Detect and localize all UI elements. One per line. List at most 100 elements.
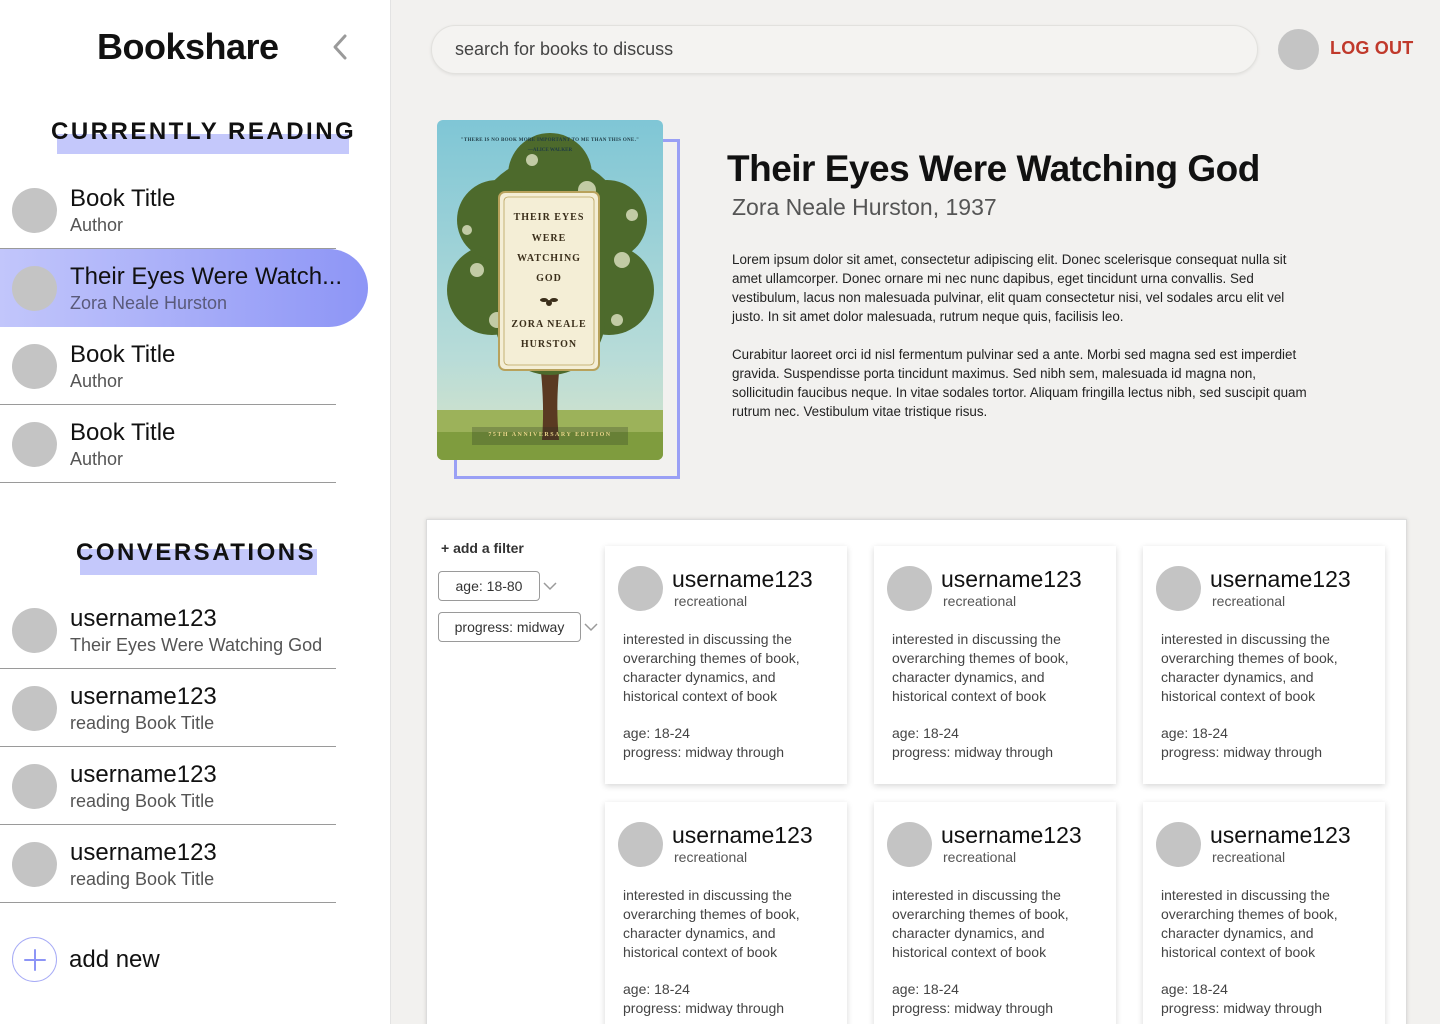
conversation-context: reading Book Title xyxy=(70,713,215,733)
conversation-username: username123 xyxy=(70,683,217,710)
reading-item-title: Book Title xyxy=(70,341,176,368)
conversation-item[interactable]: username123 Their Eyes Were Watching God xyxy=(0,591,336,669)
add-new-button[interactable]: add new xyxy=(12,937,160,982)
search-input[interactable] xyxy=(432,26,1257,73)
reader-bio: interested in discussing the overarching… xyxy=(892,631,1069,704)
chevron-down-icon[interactable] xyxy=(543,579,557,593)
book-thumbnail xyxy=(12,344,57,389)
sidebar: Bookshare CURRENTLY READING Book Title A… xyxy=(0,0,391,1024)
reader-type: recreational xyxy=(1212,849,1286,865)
avatar xyxy=(12,608,57,653)
cover-quote-author: —ALICE WALKER xyxy=(527,148,573,153)
currently-reading-heading: CURRENTLY READING xyxy=(51,118,357,154)
reading-item[interactable]: Book Title Author xyxy=(0,405,336,483)
filter-age[interactable]: age: 18-80 xyxy=(438,571,540,601)
conversation-item[interactable]: username123 reading Book Title xyxy=(0,747,336,825)
reader-card[interactable]: username123 recreational interested in d… xyxy=(605,546,847,784)
reader-card[interactable]: username123 recreational interested in d… xyxy=(605,802,847,1024)
book-thumbnail xyxy=(12,266,57,311)
reader-age: age: 18-24 xyxy=(623,981,690,997)
reader-card[interactable]: username123 recreational interested in d… xyxy=(874,802,1116,1024)
avatar xyxy=(1156,822,1201,867)
collapse-sidebar-button[interactable] xyxy=(326,30,354,64)
search-bar[interactable] xyxy=(431,25,1258,74)
avatar xyxy=(887,822,932,867)
avatar xyxy=(12,686,57,731)
reading-item-author: Zora Neale Hurston xyxy=(70,293,228,313)
description-paragraph: Curabitur laoreet orci id nisl fermentum… xyxy=(732,347,1307,419)
reader-age: age: 18-24 xyxy=(892,725,959,741)
chevron-left-icon xyxy=(333,34,347,60)
reader-type: recreational xyxy=(1212,593,1286,609)
reader-age: age: 18-24 xyxy=(892,981,959,997)
reader-card[interactable]: username123 recreational interested in d… xyxy=(1143,802,1385,1024)
reader-type: recreational xyxy=(674,849,748,865)
conversation-context: reading Book Title xyxy=(70,869,215,889)
avatar xyxy=(12,842,57,887)
reader-progress: progress: midway through xyxy=(892,1000,1054,1016)
currently-reading-heading-text: CURRENTLY READING xyxy=(51,118,357,145)
reader-type: recreational xyxy=(943,849,1017,865)
reader-progress: progress: midway through xyxy=(623,1000,785,1016)
user-avatar[interactable] xyxy=(1278,29,1319,70)
reading-item-active[interactable]: Their Eyes Were Watch... Zora Neale Hurs… xyxy=(0,249,368,327)
book-description: Lorem ipsum dolor sit amet, consectetur … xyxy=(732,250,1307,421)
book-cover: "THERE IS NO BOOK MORE IMPORTANT TO ME T… xyxy=(437,120,663,460)
cover-author-line: ZORA NEALE xyxy=(511,319,587,330)
avatar xyxy=(12,764,57,809)
reader-progress: progress: midway through xyxy=(623,744,785,760)
reading-item-author: Author xyxy=(70,449,124,469)
reader-bio: interested in discussing the overarching… xyxy=(1161,631,1338,704)
reader-age: age: 18-24 xyxy=(1161,981,1228,997)
conversations-heading-text: CONVERSATIONS xyxy=(76,539,317,566)
avatar xyxy=(618,566,663,611)
conversations-heading: CONVERSATIONS xyxy=(76,539,317,575)
filter-progress-label: progress: midway xyxy=(454,619,565,635)
reader-username: username123 xyxy=(1210,822,1351,848)
reader-progress: progress: midway through xyxy=(1161,1000,1323,1016)
description-paragraph: Lorem ipsum dolor sit amet, consectetur … xyxy=(732,252,1287,324)
avatar xyxy=(618,822,663,867)
reading-item-title: Their Eyes Were Watch... xyxy=(70,263,343,290)
reader-username: username123 xyxy=(672,566,813,592)
cover-title-line: WERE xyxy=(531,233,567,244)
reader-type: recreational xyxy=(943,593,1017,609)
reader-card[interactable]: username123 recreational interested in d… xyxy=(1143,546,1385,784)
app-logo[interactable]: Bookshare xyxy=(97,26,279,68)
logout-button[interactable]: LOG OUT xyxy=(1330,38,1413,59)
reader-age: age: 18-24 xyxy=(623,725,690,741)
reading-item[interactable]: Book Title Author xyxy=(0,171,336,249)
conversation-context: reading Book Title xyxy=(70,791,215,811)
reader-age: age: 18-24 xyxy=(1161,725,1228,741)
plus-icon xyxy=(12,937,57,982)
book-thumbnail xyxy=(12,422,57,467)
reader-bio: interested in discussing the overarching… xyxy=(892,887,1069,960)
filter-progress[interactable]: progress: midway xyxy=(438,612,581,642)
reader-username: username123 xyxy=(672,822,813,848)
conversation-context: Their Eyes Were Watching God xyxy=(70,635,323,655)
conversation-username: username123 xyxy=(70,839,217,866)
reading-item-author: Author xyxy=(70,371,124,391)
reader-progress: progress: midway through xyxy=(892,744,1054,760)
reader-username: username123 xyxy=(1210,566,1351,592)
reader-card[interactable]: username123 recreational interested in d… xyxy=(874,546,1116,784)
conversation-username: username123 xyxy=(70,605,217,632)
book-author-year: Zora Neale Hurston, 1937 xyxy=(732,194,997,220)
reader-username: username123 xyxy=(941,822,1082,848)
cover-title-line: THEIR EYES xyxy=(513,212,585,223)
book-title: Their Eyes Were Watching God xyxy=(727,148,1260,189)
reading-item-title: Book Title xyxy=(70,185,176,212)
reading-item-author: Author xyxy=(70,215,124,235)
add-filter-button[interactable]: + add a filter xyxy=(441,540,524,556)
cover-quote: "THERE IS NO BOOK MORE IMPORTANT TO ME T… xyxy=(460,138,640,143)
reading-item[interactable]: Book Title Author xyxy=(0,327,336,405)
chevron-down-icon[interactable] xyxy=(584,620,598,634)
conversation-item[interactable]: username123 reading Book Title xyxy=(0,825,336,903)
book-thumbnail xyxy=(12,188,57,233)
reader-type: recreational xyxy=(674,593,748,609)
reader-username: username123 xyxy=(941,566,1082,592)
conversation-username: username123 xyxy=(70,761,217,788)
conversation-item[interactable]: username123 reading Book Title xyxy=(0,669,336,747)
avatar xyxy=(887,566,932,611)
cover-edition: 75TH ANNIVERSARY EDITION xyxy=(488,432,612,438)
